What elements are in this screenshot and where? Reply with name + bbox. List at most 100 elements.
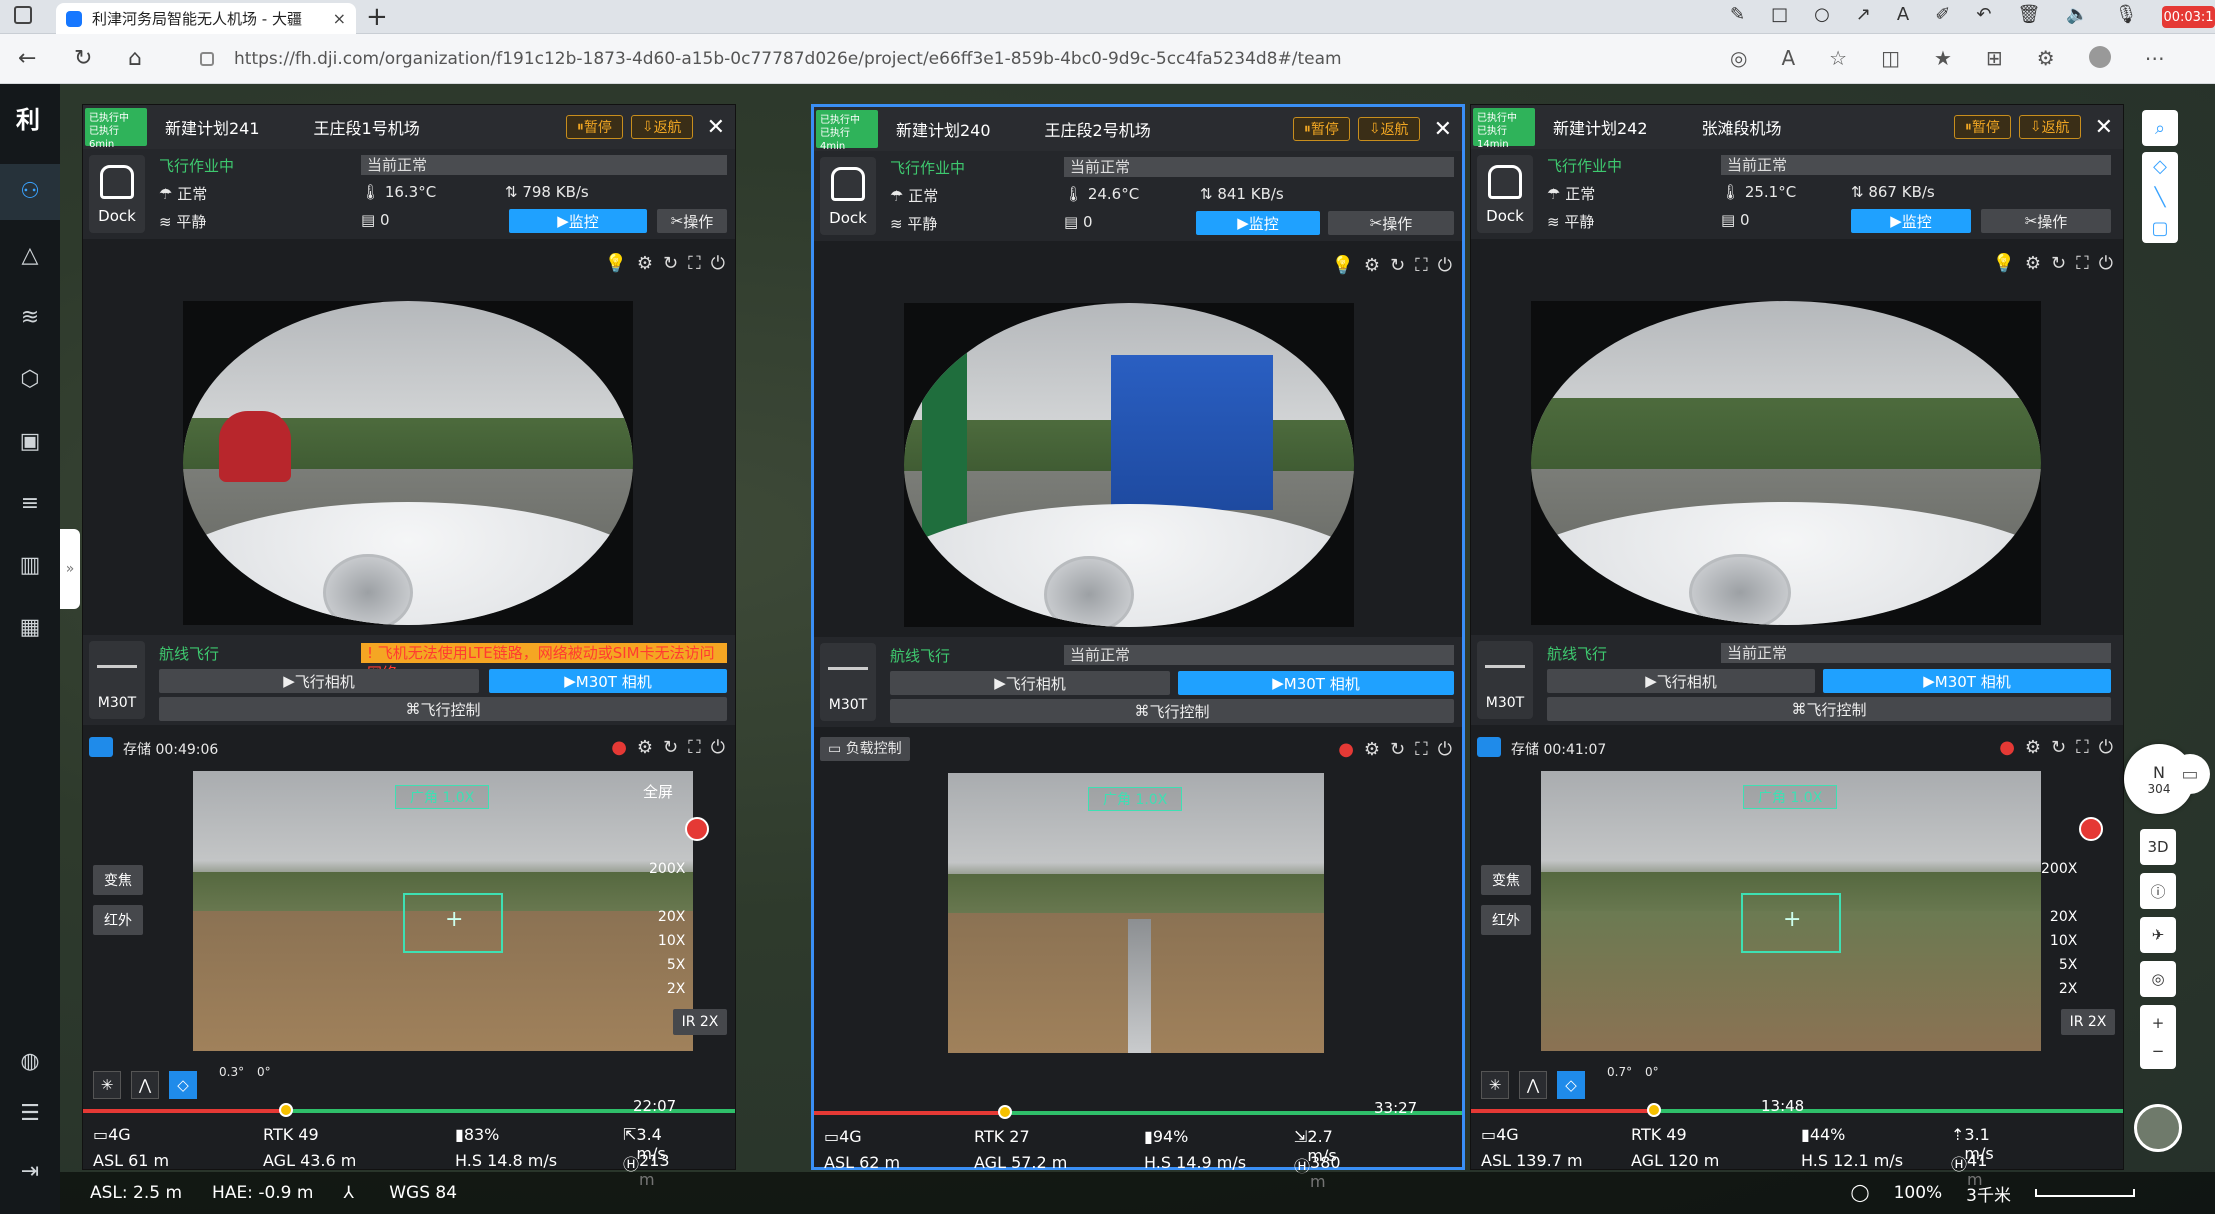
- trash-icon[interactable]: 🗑: [2017, 4, 2040, 25]
- timeline-marker[interactable]: [1647, 1103, 1661, 1117]
- collections-icon[interactable]: ⊞: [1986, 46, 2003, 70]
- settings-icon[interactable]: ⚙: [637, 253, 653, 274]
- zoom-5x[interactable]: 5X: [649, 953, 686, 977]
- flight-timeline[interactable]: 22:07: [83, 1097, 735, 1117]
- light-icon[interactable]: 💡: [1331, 255, 1353, 276]
- circle-icon[interactable]: ○: [1814, 4, 1830, 25]
- favorite-star-icon[interactable]: ☆: [1829, 46, 1847, 70]
- profile-avatar[interactable]: [2088, 46, 2111, 68]
- operate-button[interactable]: ✂ 操作: [1981, 209, 2111, 233]
- zoom-2x[interactable]: 2X: [2041, 977, 2078, 1001]
- navigate-icon[interactable]: ⋀: [131, 1071, 159, 1099]
- settings-icon[interactable]: ⚙: [2025, 253, 2041, 274]
- search-icon[interactable]: ⌕: [2142, 110, 2178, 146]
- refresh-icon[interactable]: ↻: [1390, 739, 1405, 760]
- power-icon[interactable]: ⏻: [1438, 255, 1452, 276]
- timeline-marker[interactable]: [998, 1105, 1012, 1119]
- power-icon[interactable]: ⏻: [711, 253, 725, 274]
- line-icon[interactable]: ╲: [2155, 187, 2166, 208]
- record-icon[interactable]: ●: [1999, 737, 2015, 758]
- flight-timeline[interactable]: 13:48: [1471, 1097, 2123, 1117]
- zoom-20x[interactable]: 20X: [649, 905, 685, 929]
- layers-icon[interactable]: ≋: [18, 306, 42, 330]
- zoom-5x[interactable]: 5X: [2041, 953, 2078, 977]
- browser-tab[interactable]: 利津河务局智能无人机场 - 大疆 ×: [56, 3, 356, 34]
- power-icon[interactable]: ⏻: [711, 737, 725, 758]
- point-icon[interactable]: ◇: [2153, 156, 2167, 177]
- record-icon[interactable]: ●: [611, 737, 627, 758]
- more-icon[interactable]: ⋯: [2145, 46, 2165, 70]
- back-icon[interactable]: ←: [18, 46, 36, 71]
- fly-camera-button[interactable]: ▶ 飞行相机: [1547, 669, 1815, 693]
- payload-camera-button[interactable]: ▶ M30T 相机: [1178, 671, 1454, 695]
- exit-icon[interactable]: ⇥: [18, 1160, 42, 1184]
- dock-camera-feed[interactable]: [904, 303, 1354, 627]
- logs-icon[interactable]: ☰: [18, 1102, 42, 1126]
- close-icon[interactable]: ✕: [1434, 117, 1452, 142]
- new-tab-button[interactable]: +: [366, 2, 388, 32]
- payload-control-button[interactable]: ▭ 负载控制: [820, 737, 910, 761]
- zoom-20x[interactable]: 20X: [2041, 905, 2077, 929]
- dock-camera-feed[interactable]: [1531, 301, 2041, 625]
- record-button[interactable]: [2079, 817, 2103, 841]
- 3d-button[interactable]: 3D: [2140, 829, 2176, 865]
- pause-button[interactable]: ⏸ 暂停: [1292, 117, 1350, 141]
- record-icon[interactable]: ●: [1338, 739, 1354, 760]
- camera-mode-icon[interactable]: [89, 737, 113, 757]
- team-icon[interactable]: ⚇: [18, 180, 42, 204]
- snowflake-icon[interactable]: ✳: [1481, 1071, 1509, 1099]
- refresh-icon[interactable]: ↻: [74, 46, 92, 71]
- zoom-mode-button[interactable]: 变焦: [93, 865, 143, 895]
- settings-icon[interactable]: ⚙: [637, 737, 653, 758]
- rectangle-icon[interactable]: □: [1771, 4, 1788, 25]
- return-button[interactable]: ⇩ 返航: [630, 115, 693, 139]
- fly-camera-button[interactable]: ▶ 飞行相机: [890, 671, 1170, 695]
- timeline-marker[interactable]: [279, 1103, 293, 1117]
- refresh-icon[interactable]: ↻: [663, 253, 678, 274]
- zoom-mode-button[interactable]: 变焦: [1481, 865, 1531, 895]
- pause-button[interactable]: ⏸ 暂停: [1953, 115, 2011, 139]
- map-annotation-icon[interactable]: △: [18, 244, 42, 268]
- return-button[interactable]: ⇩ 返航: [2018, 115, 2081, 139]
- chat-icon[interactable]: ▭: [2170, 754, 2210, 794]
- zoom-200x[interactable]: 200X: [2041, 857, 2077, 881]
- fullscreen-icon[interactable]: ⛶: [688, 253, 701, 274]
- refresh-icon[interactable]: ↻: [663, 737, 678, 758]
- record-button[interactable]: [685, 817, 709, 841]
- zoom-out-button[interactable]: −: [2152, 1042, 2165, 1060]
- zoom-200x[interactable]: 200X: [649, 857, 685, 881]
- operate-button[interactable]: ✂ 操作: [1328, 211, 1454, 235]
- operate-button[interactable]: ✂ 操作: [657, 209, 727, 233]
- schedule-icon[interactable]: ▦: [18, 616, 42, 640]
- favorites-icon[interactable]: ★: [1934, 46, 1952, 70]
- snowflake-icon[interactable]: ✳: [93, 1071, 121, 1099]
- zoom-2x[interactable]: 2X: [649, 977, 686, 1001]
- arrow-icon[interactable]: ↗: [1856, 4, 1871, 25]
- basemap-switch[interactable]: [2134, 1104, 2182, 1152]
- split-view-icon[interactable]: ◫: [1881, 46, 1900, 70]
- microphone-icon[interactable]: 🎙: [2115, 4, 2138, 25]
- fullscreen-icon[interactable]: ⛶: [2076, 253, 2089, 274]
- refresh-icon[interactable]: ↻: [2051, 737, 2066, 758]
- settings-icon[interactable]: ⚙: [2025, 737, 2041, 758]
- pen-icon[interactable]: ✎: [1730, 4, 1745, 25]
- url-field[interactable]: https://fh.dji.com/organization/f191c12b…: [200, 42, 1700, 76]
- payload-camera-button[interactable]: ▶ M30T 相机: [489, 669, 727, 693]
- ir-mode-button[interactable]: 红外: [93, 905, 143, 935]
- read-aloud-icon[interactable]: A: [1781, 46, 1795, 70]
- waypoint-icon[interactable]: ◇: [169, 1071, 197, 1099]
- light-icon[interactable]: 💡: [1992, 253, 2014, 274]
- waypoint-icon[interactable]: ◇: [1557, 1071, 1585, 1099]
- zoom-10x[interactable]: 10X: [649, 929, 685, 953]
- media-icon[interactable]: ▣: [18, 430, 42, 454]
- fly-camera-button[interactable]: ▶ 飞行相机: [159, 669, 479, 693]
- extensions-icon[interactable]: ⚙: [2037, 46, 2055, 70]
- speaker-icon[interactable]: 🔈: [2066, 4, 2088, 25]
- monitor-button[interactable]: ▶ 监控: [509, 209, 647, 233]
- pause-button[interactable]: ⏸ 暂停: [565, 115, 623, 139]
- power-icon[interactable]: ⏻: [1438, 739, 1452, 760]
- fullscreen-icon[interactable]: ⛶: [2076, 737, 2089, 758]
- payload-camera-feed[interactable]: [948, 773, 1324, 1053]
- fullscreen-icon[interactable]: ⛶: [1415, 255, 1428, 276]
- flight-control-button[interactable]: ⌘ 飞行控制: [159, 697, 727, 721]
